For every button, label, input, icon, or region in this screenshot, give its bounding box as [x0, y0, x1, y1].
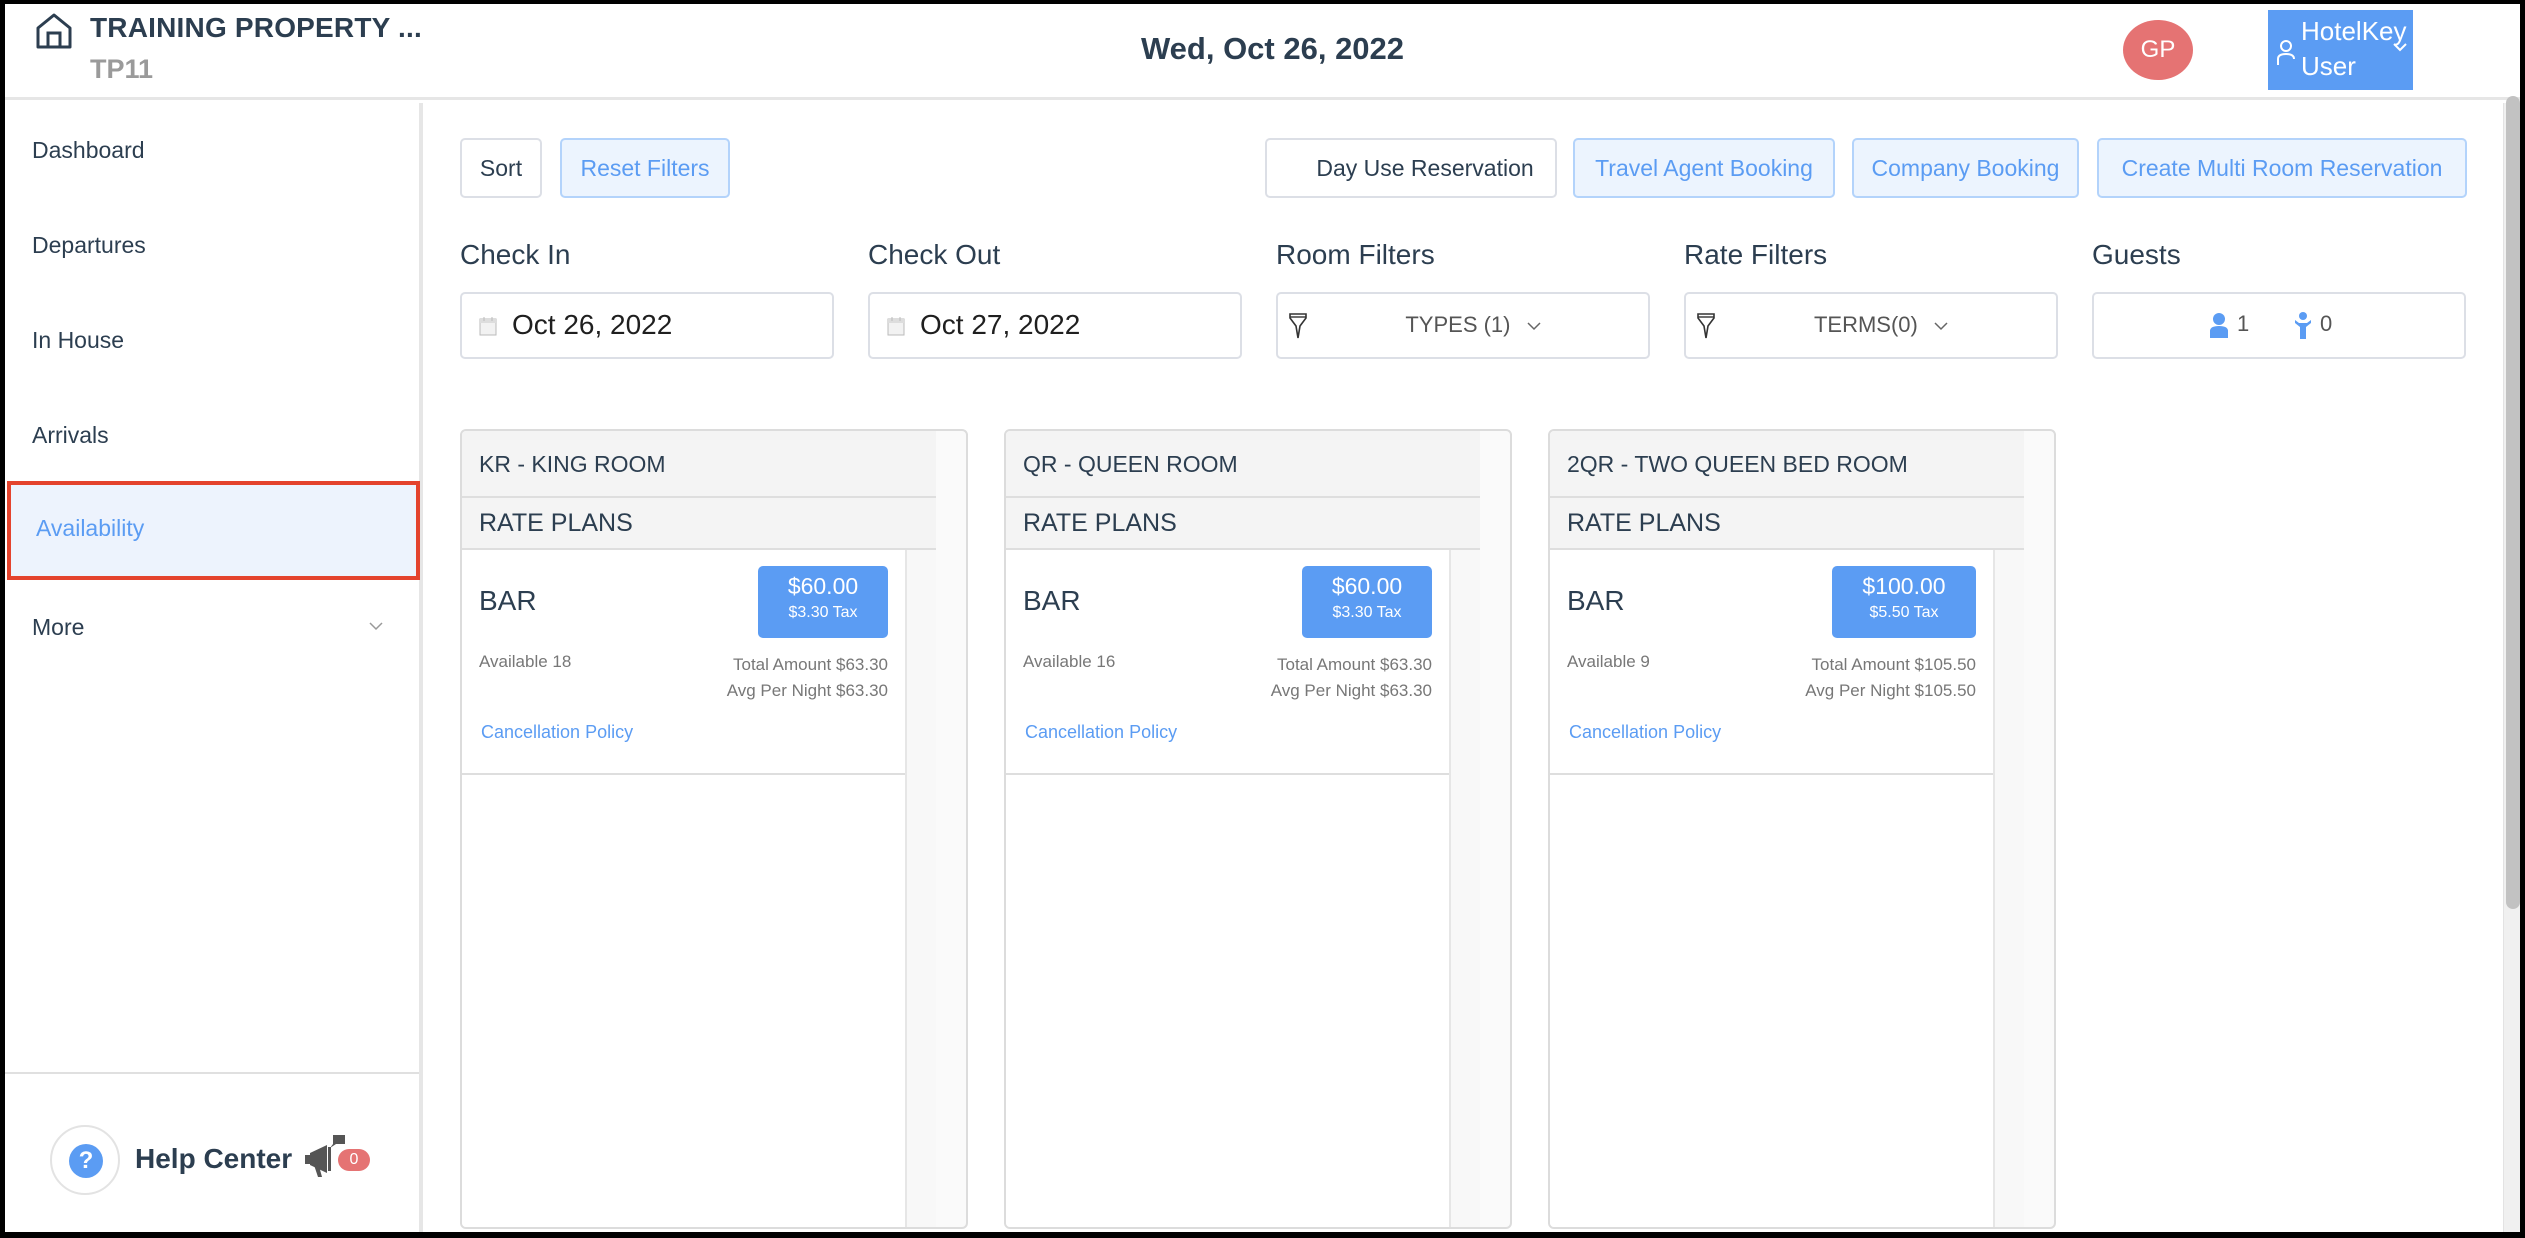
help-center-label[interactable]: Help Center [135, 1143, 292, 1175]
cancellation-policy-link[interactable]: Cancellation Policy [481, 722, 633, 743]
guests-selector[interactable]: 1 0 [2092, 292, 2466, 359]
room-card: KR - KING ROOM RATE PLANS BAR $60.00 $3.… [460, 429, 968, 1229]
availability-count: Available 16 [1023, 652, 1116, 671]
chevron-down-icon [2393, 43, 2407, 52]
rate-plan: BAR $100.00 $5.50 Tax Available 9 Total … [1550, 550, 1993, 775]
rate-plan-list: BAR $60.00 $3.30 Tax Available 16 Total … [1006, 550, 1451, 1227]
user-icon [2277, 40, 2295, 65]
cancellation-policy-link[interactable]: Cancellation Policy [1569, 722, 1721, 743]
user-name: HotelKey User [2301, 16, 2407, 81]
sidebar-item-more[interactable]: More [5, 580, 419, 675]
plan-scrollbar[interactable] [907, 550, 936, 1227]
check-out-label: Check Out [868, 239, 1001, 270]
rate-plan: BAR $60.00 $3.30 Tax Available 18 Total … [462, 550, 905, 775]
sidebar-item-departures[interactable]: Departures [5, 198, 419, 293]
sort-button[interactable]: Sort [460, 138, 542, 198]
sidebar-item-label: More [32, 614, 85, 640]
rate-plans-header: RATE PLANS [462, 498, 936, 550]
help-icon: ? [69, 1144, 103, 1178]
plan-scrollbar[interactable] [1995, 550, 2024, 1227]
availability-count: Available 9 [1567, 652, 1650, 671]
rate-tax: $3.30 Tax [788, 604, 858, 621]
avg-per-night: Avg Per Night $63.30 [1270, 681, 1432, 700]
rate-tax: $3.30 Tax [1332, 604, 1402, 621]
create-multi-room-reservation-button[interactable]: Create Multi Room Reservation [2097, 138, 2467, 198]
chevron-down-icon [1527, 322, 1541, 330]
rate-price: $60.00 [1331, 573, 1403, 599]
plan-scrollbar[interactable] [1451, 550, 1480, 1227]
company-booking-button[interactable]: Company Booking [1852, 138, 2079, 198]
avg-per-night: Avg Per Night $63.30 [726, 681, 888, 700]
adult-icon [2210, 313, 2228, 339]
sidebar-item-availability[interactable]: Availability [7, 481, 420, 580]
travel-agent-booking-button[interactable]: Travel Agent Booking [1573, 138, 1835, 198]
rate-plan-name: BAR [1023, 585, 1081, 616]
book-rate-button[interactable]: $100.00 $5.50 Tax [1832, 566, 1976, 638]
sidebar-item-dashboard[interactable]: Dashboard [5, 103, 419, 198]
rate-plan: BAR $60.00 $3.30 Tax Available 16 Total … [1006, 550, 1449, 775]
calendar-icon [887, 317, 905, 336]
rate-plan-name: BAR [479, 585, 537, 616]
sidebar-item-arrivals[interactable]: Arrivals [5, 388, 419, 483]
app-window: TRAINING PROPERTY ... TP11 Wed, Oct 26, … [5, 4, 2520, 1232]
check-out-value: Oct 27, 2022 [920, 309, 1081, 340]
sidebar-item-in-house[interactable]: In House [5, 293, 419, 388]
adults-count: 1 [2209, 311, 2249, 339]
sidebar: Dashboard Departures In House Arrivals A… [5, 103, 423, 1232]
rate-tax: $5.50 Tax [1869, 604, 1939, 621]
room-filters-dropdown[interactable]: TYPES (1) [1276, 292, 1650, 359]
chevron-down-icon [1934, 322, 1948, 330]
total-amount: Total Amount $63.30 [1276, 655, 1432, 674]
reset-filters-button[interactable]: Reset Filters [560, 138, 730, 198]
book-rate-button[interactable]: $60.00 $3.30 Tax [1302, 566, 1432, 638]
check-out-date-field[interactable]: Oct 27, 2022 [868, 292, 1242, 359]
check-in-date-field[interactable]: Oct 26, 2022 [460, 292, 834, 359]
cancellation-policy-link[interactable]: Cancellation Policy [1025, 722, 1177, 743]
help-center-button[interactable]: ? [50, 1125, 120, 1195]
sidebar-divider [5, 1072, 419, 1074]
check-in-label: Check In [460, 239, 571, 270]
rate-plan-name: BAR [1567, 585, 1625, 616]
rate-plans-header: RATE PLANS [1006, 498, 1480, 550]
rate-plans-header: RATE PLANS [1550, 498, 2024, 550]
total-amount: Total Amount $63.30 [732, 655, 888, 674]
child-icon [2295, 312, 2311, 340]
availability-count: Available 18 [479, 652, 572, 671]
rate-plan-list: BAR $100.00 $5.50 Tax Available 9 Total … [1550, 550, 1995, 1227]
room-title: 2QR - TWO QUEEN BED ROOM [1550, 431, 2024, 498]
total-amount: Total Amount $105.50 [1811, 655, 1976, 674]
children-count: 0 [2294, 311, 2332, 340]
book-rate-button[interactable]: $60.00 $3.30 Tax [758, 566, 888, 638]
calendar-icon [479, 317, 497, 336]
room-filters-value: TYPES (1) [1405, 312, 1511, 337]
avg-per-night: Avg Per Night $105.50 [1805, 681, 1976, 700]
top-header: TRAINING PROPERTY ... TP11 Wed, Oct 26, … [5, 4, 2520, 100]
rate-filters-label: Rate Filters [1684, 239, 1828, 270]
room-card: QR - QUEEN ROOM RATE PLANS BAR $60.00 $3… [1004, 429, 1512, 1229]
check-in-value: Oct 26, 2022 [512, 309, 673, 340]
rate-price: $100.00 [1862, 573, 1946, 599]
room-title: KR - KING ROOM [462, 431, 936, 498]
room-title: QR - QUEEN ROOM [1006, 431, 1480, 498]
chevron-down-icon [369, 622, 383, 631]
rate-plan-list: BAR $60.00 $3.30 Tax Available 18 Total … [462, 550, 907, 1227]
user-menu-button[interactable]: HotelKey User [2268, 10, 2413, 90]
rate-filters-dropdown[interactable]: TERMS(0) [1684, 292, 2058, 359]
room-card: 2QR - TWO QUEEN BED ROOM RATE PLANS BAR … [1548, 429, 2056, 1229]
guests-label: Guests [2092, 239, 2181, 270]
avatar[interactable]: GP [2123, 20, 2193, 80]
page-scrollbar-thumb[interactable] [2506, 96, 2520, 909]
availability-main: Sort Reset Filters Day Use Reservation T… [423, 103, 2503, 1232]
room-filters-label: Room Filters [1276, 239, 1435, 270]
notification-badge: 0 [338, 1149, 370, 1171]
day-use-reservation-button[interactable]: Day Use Reservation [1265, 138, 1557, 198]
rate-price: $60.00 [787, 573, 859, 599]
rate-filters-value: TERMS(0) [1813, 312, 1918, 337]
